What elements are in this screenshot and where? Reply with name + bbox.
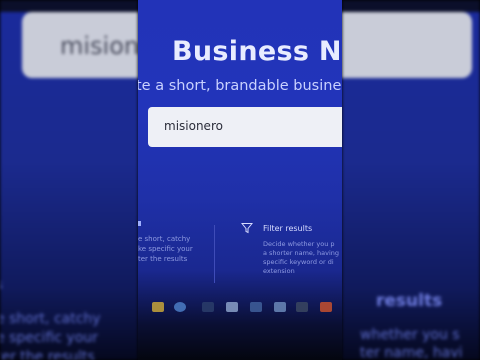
terminal-icon[interactable]	[296, 302, 308, 312]
background-right-blur: results whether you s ter name, havi	[342, 0, 480, 360]
page-title: Business Nam	[172, 36, 342, 67]
photo-icon[interactable]	[274, 302, 286, 312]
folder-icon[interactable]	[152, 302, 164, 312]
filter-results-title: Filter results	[263, 224, 313, 233]
background-text-line: ter the results	[0, 349, 95, 360]
feature-column-left: e short, catchy ke specific your ter the…	[138, 218, 214, 268]
background-text-line: ter name, havi	[360, 345, 463, 360]
app-icon[interactable]	[202, 302, 214, 312]
taskbar	[146, 298, 342, 320]
feature-text-line: e short, catchy	[138, 235, 191, 243]
browser-icon[interactable]	[174, 302, 186, 312]
feature-divider	[214, 225, 215, 283]
phone-screen: Business Nam te a short, brandable busin…	[138, 0, 342, 360]
business-name-search-input[interactable]: misionero	[148, 107, 342, 147]
background-accent-mark: s	[0, 276, 3, 295]
background-heading: results	[376, 291, 443, 311]
filter-description-line: Decide whether you p	[263, 240, 335, 248]
feature-text-line: ke specific your	[138, 245, 193, 253]
background-text-line: e specific your	[0, 330, 98, 346]
app-icon-red[interactable]	[320, 302, 332, 312]
filter-icon	[241, 223, 253, 234]
search-input-value: misionero	[164, 119, 223, 133]
filter-description-line: specific keyword or di	[263, 258, 334, 266]
filter-description-line: extension	[263, 267, 295, 275]
background-search-text: misionero	[60, 32, 138, 60]
background-text-line: e short, catchy	[0, 311, 101, 327]
background-top-bar	[342, 0, 480, 12]
image-icon[interactable]	[226, 302, 238, 312]
background-top-bar	[0, 0, 138, 12]
background-search-box	[342, 12, 472, 78]
page-subtitle: te a short, brandable business	[138, 78, 342, 94]
filter-description-line: a shorter name, having	[263, 249, 340, 257]
filter-results-description: Decide whether you p a shorter name, hav…	[263, 240, 339, 276]
feature-accent-mark	[138, 221, 141, 226]
background-left-blur: misionero s e short, catchy e specific y…	[0, 0, 138, 360]
feature-text-line: ter the results	[138, 255, 188, 263]
background-search-box: misionero	[22, 12, 138, 78]
background-text-line: whether you s	[360, 327, 460, 343]
window-icon[interactable]	[250, 302, 262, 312]
